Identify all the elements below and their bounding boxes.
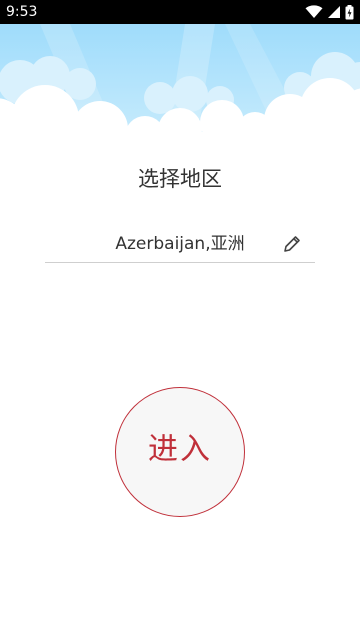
app-screen: 9:53 选择地区 Azerbaijan,亚洲 进入 bbox=[0, 0, 360, 640]
pencil-icon bbox=[281, 233, 303, 255]
wifi-icon bbox=[305, 5, 323, 19]
region-value: Azerbaijan,亚洲 bbox=[115, 234, 245, 254]
region-selector[interactable]: Azerbaijan,亚洲 bbox=[45, 228, 315, 263]
status-bar: 9:53 bbox=[0, 0, 360, 24]
sky-cloud-banner bbox=[0, 24, 360, 144]
enter-button-label: 进入 bbox=[148, 432, 212, 467]
status-time: 9:53 bbox=[6, 4, 38, 20]
status-icons bbox=[305, 4, 354, 20]
page-title: 选择地区 bbox=[138, 167, 222, 191]
signal-icon bbox=[327, 5, 341, 19]
battery-icon bbox=[345, 4, 354, 20]
enter-button[interactable]: 进入 bbox=[115, 387, 245, 517]
edit-region-button[interactable] bbox=[281, 233, 303, 255]
